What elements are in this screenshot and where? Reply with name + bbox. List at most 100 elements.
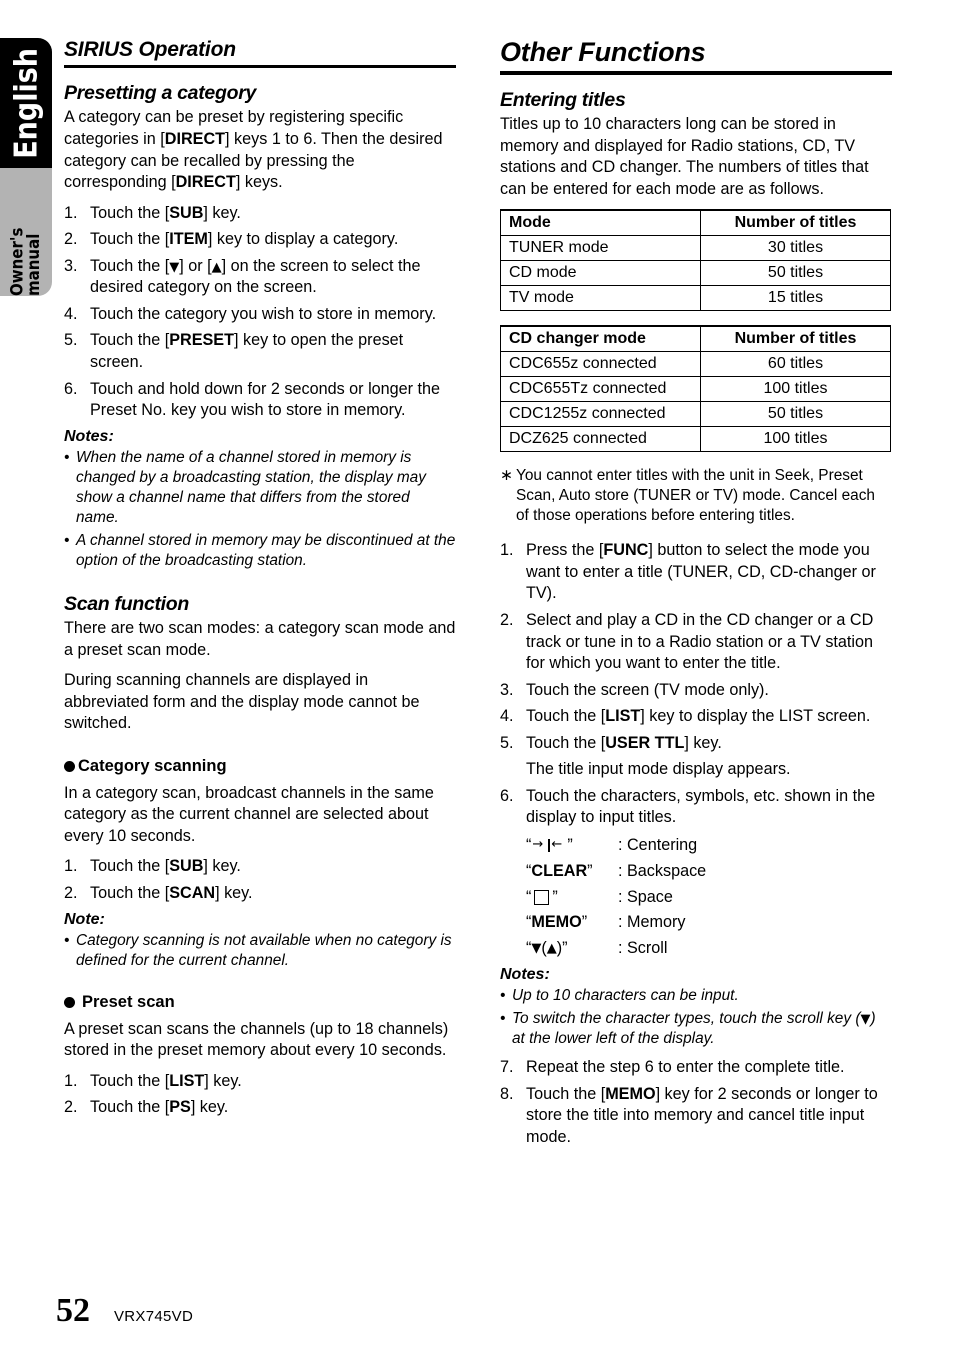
note-text: When the name of a channel stored in mem… bbox=[76, 448, 426, 526]
table-cell-mode: TUNER mode bbox=[500, 235, 701, 262]
list-item: 1. Touch the [SUB] key. bbox=[64, 857, 241, 876]
column-header: Mode bbox=[500, 209, 701, 237]
scroll-symbol: “▼(▲)” bbox=[526, 939, 568, 958]
step-text: Select and play a CD in the CD changer o… bbox=[526, 610, 874, 673]
scan-para-2: During scanning channels are displayed i… bbox=[64, 671, 420, 733]
list-item: 4. Touch the category you wish to store i… bbox=[64, 304, 437, 323]
presetting-steps: 1. Touch the [SUB] key. 2. Touch the [ITEM… bbox=[64, 203, 456, 422]
page-number: 52 bbox=[56, 1292, 90, 1329]
table-row: CDC655z connected 60 titles bbox=[500, 351, 891, 378]
memo-symbol: “MEMO” bbox=[526, 913, 588, 932]
presetting-notes: • When the name of a channel stored in me… bbox=[64, 448, 456, 571]
presetting-heading: Presetting a category bbox=[64, 82, 257, 105]
clear-symbol: “CLEAR” bbox=[526, 861, 593, 880]
star-note-text: You cannot enter titles with the unit in… bbox=[516, 467, 875, 525]
table-row: CDC655Tz connected 100 titles bbox=[500, 376, 891, 403]
presetting-intro: A category can be preset by registering … bbox=[64, 108, 443, 192]
list-item: • Up to 10 characters can be input. bbox=[500, 986, 892, 1006]
category-scanning-heading: Category scanning bbox=[64, 757, 456, 776]
right-column: Other Functions Entering titles Titles u… bbox=[500, 37, 892, 1154]
entering-titles-steps-tail: 7. Repeat the step 6 to enter the complet… bbox=[500, 1057, 892, 1148]
step-text: Repeat the step 6 to enter the complete … bbox=[526, 1058, 845, 1077]
note-text: Up to 10 characters can be input. bbox=[512, 987, 739, 1005]
note-text: A channel stored in memory may be discon… bbox=[76, 531, 456, 569]
space-symbol: “” bbox=[526, 887, 558, 906]
list-item: 8. Touch the [MEMO] key for 2 seconds or … bbox=[500, 1084, 878, 1146]
entering-titles-steps: 1. Press the [FUNC] button to select the … bbox=[500, 540, 892, 829]
category-scanning-notes: • Category scanning is not available when… bbox=[64, 931, 456, 971]
list-item: • A channel stored in memory may be disco… bbox=[64, 531, 456, 571]
list-item: • Category scanning is not available when… bbox=[64, 931, 456, 971]
list-item: 2. Select and play a CD in the CD changer… bbox=[500, 610, 892, 675]
list-item: “MEMO” : Memory bbox=[526, 912, 892, 934]
legend-desc: : Scroll bbox=[618, 939, 668, 958]
list-item: 2. Touch the [SCAN] key. bbox=[64, 884, 253, 902]
list-item: 1. Touch the [SUB] key. bbox=[64, 203, 241, 222]
list-item: “CLEAR” : Backspace bbox=[526, 861, 892, 883]
symbol-legend: “→ ←” : Centering “CLEAR” : Backspace “” … bbox=[526, 835, 892, 960]
open-square-icon bbox=[534, 890, 550, 906]
left-chapter-rule bbox=[64, 65, 456, 69]
entering-titles-notes: • Up to 10 characters can be input. • To s… bbox=[500, 986, 892, 1049]
table-cell-mode: CDC1255z connected bbox=[500, 401, 701, 428]
bullet-dot-icon bbox=[64, 760, 75, 772]
list-item: “” : Space bbox=[526, 887, 892, 909]
side-tab: English Owner's manual bbox=[0, 38, 52, 296]
list-item: 7. Repeat the step 6 to enter the complet… bbox=[500, 1057, 892, 1079]
note-text: Category scanning is not available when … bbox=[76, 931, 452, 969]
list-item-continuation: 5.The title input mode display appears. bbox=[500, 759, 892, 781]
table-row: DCZ625 connected 100 titles bbox=[500, 426, 891, 453]
entering-titles-intro: Titles up to 10 characters long can be s… bbox=[500, 115, 869, 198]
table-cell-count: 100 titles bbox=[700, 426, 891, 453]
centering-arrows-icon: → ← bbox=[532, 837, 563, 853]
list-item: 1. Press the [FUNC] button to select the … bbox=[500, 541, 876, 603]
legend-desc: : Space bbox=[618, 887, 673, 906]
category-scanning-para: In a category scan, broadcast channels i… bbox=[64, 783, 434, 845]
mode-titles-table: Mode Number of titles TUNER mode 30 titl… bbox=[500, 209, 891, 312]
list-item: 3. Touch the [▼] or [▲] on the screen to … bbox=[64, 256, 421, 297]
right-chapter-rule bbox=[500, 70, 892, 75]
entering-titles-star-note: ∗ You cannot enter titles with the unit … bbox=[500, 466, 892, 526]
asterisk-icon: ∗ bbox=[500, 467, 513, 485]
left-column: SIRIUS Operation Presetting a category A… bbox=[64, 38, 456, 1125]
legend-desc: : Backspace bbox=[618, 861, 707, 880]
list-item: “→ ←” : Centering bbox=[526, 835, 892, 857]
step5-sub-text: The title input mode display appears. bbox=[526, 760, 791, 779]
list-item: 5. Touch the [USER TTL] key. bbox=[500, 733, 722, 752]
triangle-down-icon: ▼ bbox=[531, 941, 542, 957]
legend-desc: : Memory bbox=[618, 913, 686, 932]
centering-symbol: “→ ←” bbox=[526, 835, 573, 854]
list-item: 5. Touch the [PRESET] key to open the pre… bbox=[64, 331, 404, 371]
table-cell-count: 100 titles bbox=[700, 376, 891, 403]
legend-desc: : Centering bbox=[618, 835, 698, 854]
list-item: 2. Touch the [PS] key. bbox=[64, 1098, 229, 1117]
table-cell-mode: CDC655z connected bbox=[500, 351, 701, 378]
table-row: CD changer mode Number of titles bbox=[500, 325, 891, 353]
list-item: 4. Touch the [LIST] key to display the LI… bbox=[500, 707, 871, 726]
list-item: “▼(▲)” : Scroll bbox=[526, 938, 892, 960]
model-name: VRX745VD bbox=[114, 1308, 194, 1325]
scan-para-1: There are two scan modes: a category sca… bbox=[64, 619, 456, 659]
category-scanning-note-label: Note: bbox=[64, 910, 105, 928]
side-tab-language-label: English bbox=[8, 47, 44, 159]
scan-function-heading: Scan function bbox=[64, 592, 190, 615]
side-tab-manual-segment: Owner's manual bbox=[0, 168, 52, 296]
step-text: Touch the screen (TV mode only). bbox=[526, 680, 769, 699]
column-header: Number of titles bbox=[700, 209, 891, 237]
column-header: CD changer mode bbox=[500, 325, 701, 353]
table-cell-count: 50 titles bbox=[700, 401, 891, 428]
triangle-up-icon: ▲ bbox=[546, 941, 557, 957]
table-cell-mode: TV mode bbox=[500, 285, 701, 312]
list-item: 2. Touch the [ITEM] key to display a cate… bbox=[64, 230, 399, 249]
presetting-notes-label: Notes: bbox=[64, 427, 114, 445]
table-row: TUNER mode 30 titles bbox=[500, 235, 891, 262]
note-text: To switch the character types, touch the… bbox=[512, 1010, 876, 1048]
right-chapter-title: Other Functions bbox=[500, 37, 706, 67]
table-row: Mode Number of titles bbox=[500, 209, 891, 237]
cd-changer-titles-table: CD changer mode Number of titles CDC655z… bbox=[500, 325, 891, 453]
category-scanning-steps: 1. Touch the [SUB] key. 2. Touch the [SCAN… bbox=[64, 856, 456, 904]
preset-scan-para: A preset scan scans the channels (up to … bbox=[64, 1019, 449, 1060]
left-chapter-title: SIRIUS Operation bbox=[64, 38, 236, 61]
column-header: Number of titles bbox=[700, 325, 891, 353]
table-cell-count: 15 titles bbox=[700, 285, 891, 312]
